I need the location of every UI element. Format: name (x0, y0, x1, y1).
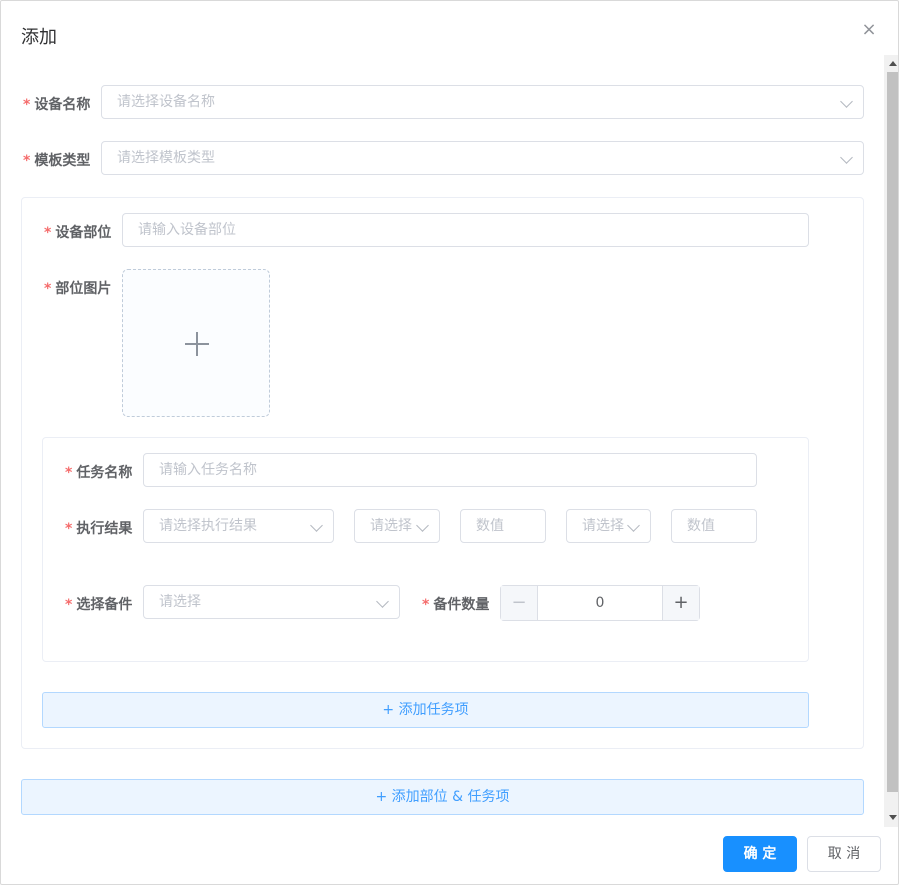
chevron-down-icon (416, 519, 429, 532)
required-mark: * (422, 597, 430, 613)
result-label: * 执行结果 (65, 518, 132, 538)
value-2-placeholder: 数值 (687, 518, 715, 534)
scroll-up-icon[interactable] (889, 61, 897, 66)
result-placeholder: 请选择执行结果 (159, 518, 257, 534)
spare-qty-label: * 备件数量 (422, 594, 489, 614)
required-mark: * (44, 281, 52, 297)
close-icon[interactable]: × (860, 21, 878, 39)
part-image-label: * 部位图片 (44, 278, 111, 298)
spare-part-label-text: 选择备件 (76, 597, 133, 613)
add-dialog: 添加 × * 设备名称 请选择设备名称 * 模板类型 请选择模板类型 * 设备部位 请… (0, 0, 899, 885)
operator-select-2[interactable]: 请选择 (566, 509, 651, 543)
spare-part-placeholder: 请选择 (159, 594, 201, 610)
required-mark: * (65, 597, 73, 613)
scroll-down-icon[interactable] (889, 815, 897, 820)
result-select[interactable]: 请选择执行结果 (143, 509, 334, 543)
spare-part-label: * 选择备件 (65, 594, 132, 614)
confirm-button[interactable]: 确 定 (723, 836, 797, 872)
chevron-down-icon (627, 519, 640, 532)
increment-button[interactable]: + (662, 586, 699, 620)
part-image-upload[interactable] (122, 269, 270, 417)
add-task-button[interactable]: + 添加任务项 (42, 692, 809, 728)
template-type-select[interactable]: 请选择模板类型 (101, 141, 864, 175)
dialog-title: 添加 (21, 27, 57, 48)
task-name-label-text: 任务名称 (76, 465, 133, 481)
result-label-text: 执行结果 (76, 521, 133, 537)
task-name-placeholder: 请输入任务名称 (159, 462, 257, 478)
scrollbar-thumb[interactable] (887, 72, 898, 792)
spare-part-select[interactable]: 请选择 (143, 585, 400, 619)
template-type-label: * 模板类型 (23, 150, 90, 170)
part-name-label: * 设备部位 (44, 222, 111, 242)
part-image-label-text: 部位图片 (55, 281, 112, 297)
required-mark: * (23, 153, 31, 169)
spare-qty-label-text: 备件数量 (433, 597, 490, 613)
operator-2-placeholder: 请选择 (582, 518, 624, 534)
task-name-label: * 任务名称 (65, 462, 132, 482)
part-name-placeholder: 请输入设备部位 (138, 222, 236, 238)
value-input-2[interactable]: 数值 (671, 509, 757, 543)
device-name-label: * 设备名称 (23, 94, 90, 114)
operator-1-placeholder: 请选择 (370, 518, 412, 534)
required-mark: * (44, 225, 52, 241)
spare-qty-stepper: − 0 + (500, 585, 700, 621)
required-mark: * (65, 465, 73, 481)
device-name-label-text: 设备名称 (34, 97, 91, 113)
template-type-placeholder: 请选择模板类型 (117, 150, 215, 166)
template-type-label-text: 模板类型 (34, 153, 91, 169)
add-part-button[interactable]: + 添加部位 & 任务项 (21, 779, 864, 815)
required-mark: * (65, 521, 73, 537)
device-name-placeholder: 请选择设备名称 (117, 94, 215, 110)
part-name-label-text: 设备部位 (55, 225, 112, 241)
part-name-input[interactable]: 请输入设备部位 (122, 213, 809, 247)
device-name-select[interactable]: 请选择设备名称 (101, 85, 864, 119)
decrement-button[interactable]: − (501, 586, 538, 620)
value-1-placeholder: 数值 (476, 518, 504, 534)
cancel-button[interactable]: 取 消 (807, 836, 881, 872)
task-name-input[interactable]: 请输入任务名称 (143, 453, 757, 487)
value-input-1[interactable]: 数值 (460, 509, 546, 543)
operator-select-1[interactable]: 请选择 (354, 509, 440, 543)
required-mark: * (23, 97, 31, 113)
spare-qty-value[interactable]: 0 (537, 586, 663, 620)
